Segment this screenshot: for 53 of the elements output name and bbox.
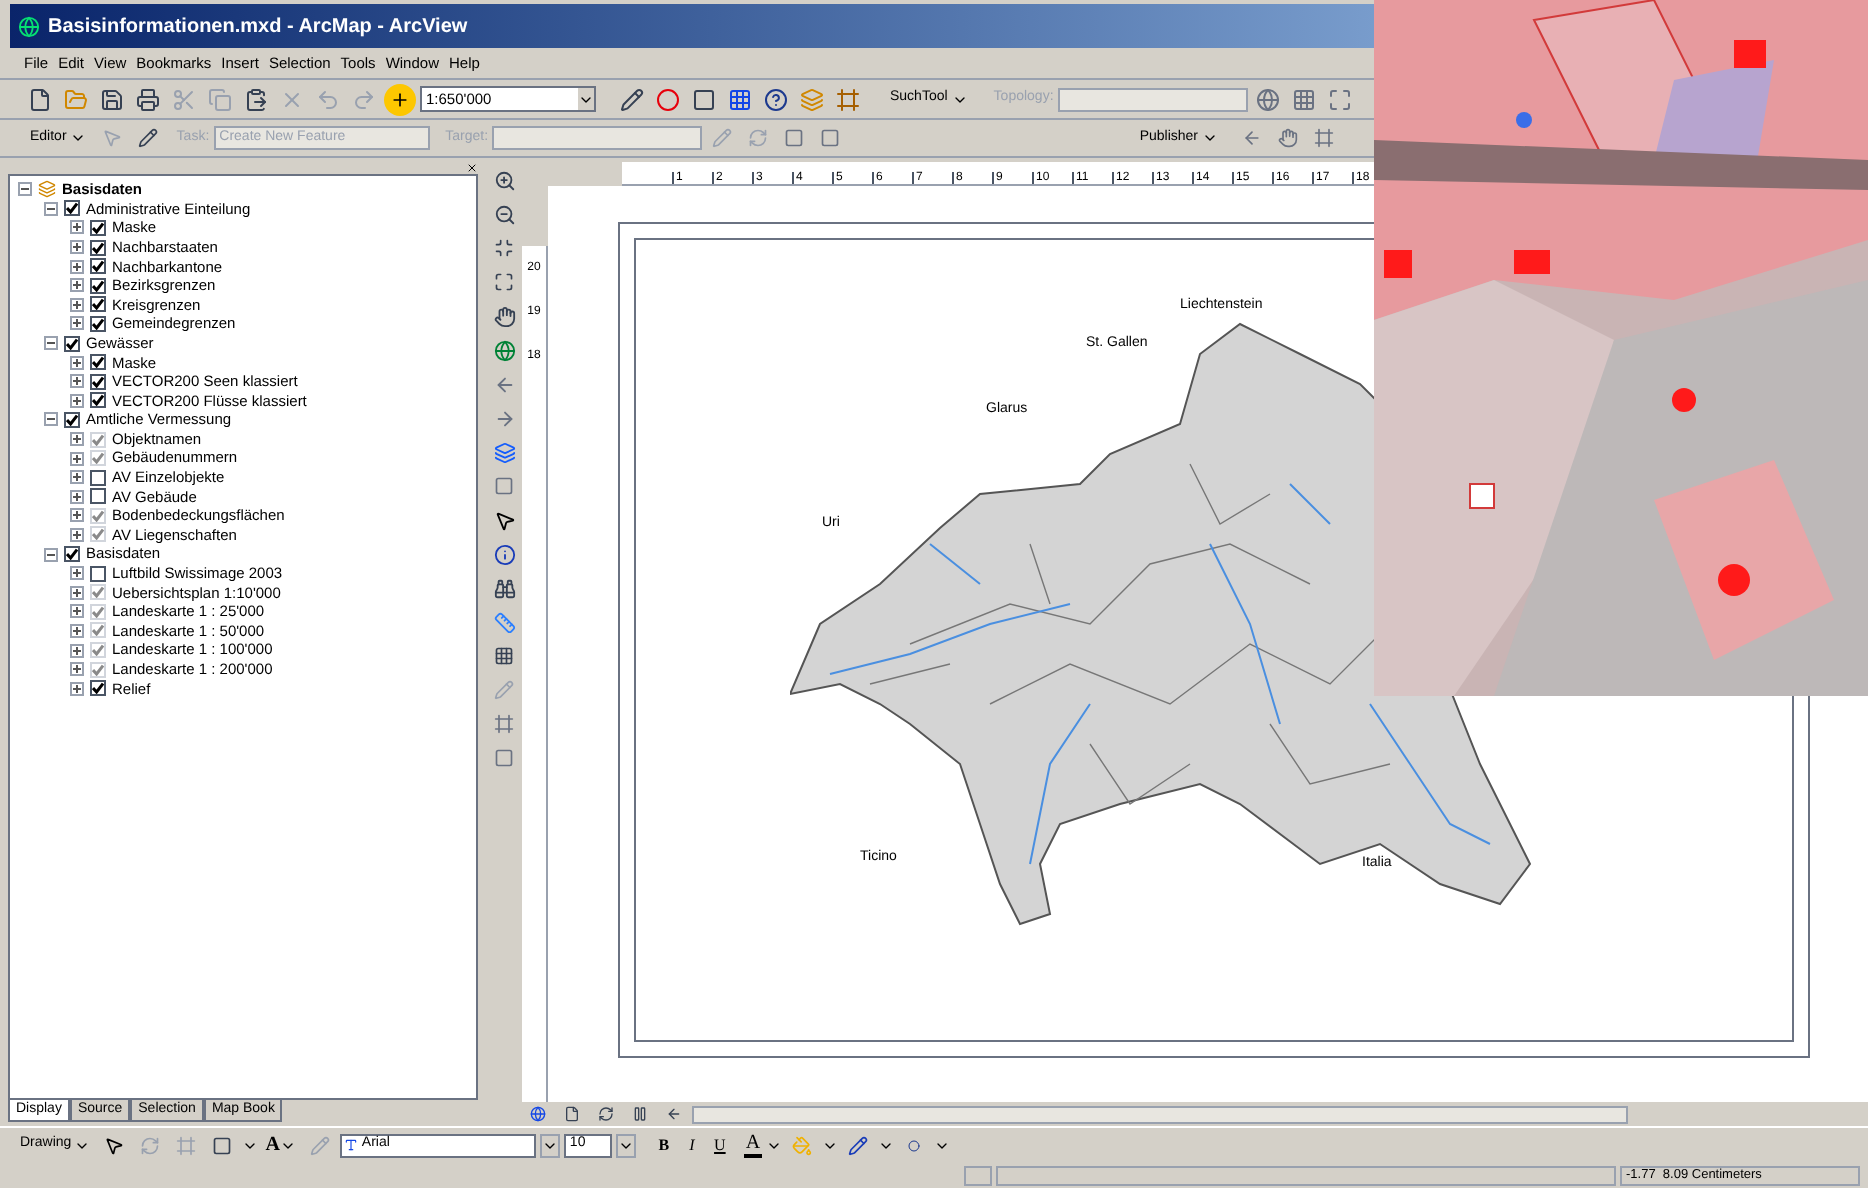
- layer-checkbox[interactable]: [90, 239, 106, 256]
- expand-icon[interactable]: [70, 297, 84, 312]
- close-icon[interactable]: [466, 162, 478, 174]
- layer-checkbox[interactable]: [64, 335, 80, 352]
- expand-icon[interactable]: [70, 278, 84, 293]
- printer-icon[interactable]: [132, 83, 164, 115]
- expand-icon[interactable]: [70, 470, 84, 485]
- layer-checkbox[interactable]: [64, 411, 80, 428]
- layer-checkbox[interactable]: [90, 392, 106, 409]
- window-title: Basisinformationen.mxd - ArcMap - ArcView: [48, 13, 468, 41]
- editor-toolbar-icon[interactable]: [616, 83, 648, 115]
- layer-checkbox[interactable]: [90, 565, 106, 582]
- underline-button[interactable]: U: [707, 1133, 732, 1157]
- globe-icon: [18, 15, 40, 37]
- text-tool-button[interactable]: A: [261, 1130, 300, 1160]
- layer-checkbox[interactable]: [90, 258, 106, 275]
- status-panel: [964, 1165, 992, 1185]
- add-data-icon[interactable]: [384, 83, 416, 115]
- layer-checkbox[interactable]: [90, 469, 106, 486]
- layer-checkbox[interactable]: [90, 296, 106, 313]
- expand-icon[interactable]: [70, 681, 84, 696]
- help-icon[interactable]: [760, 83, 792, 115]
- expand-icon[interactable]: [70, 240, 84, 255]
- layer-checkbox[interactable]: [64, 200, 80, 217]
- expand-icon[interactable]: [70, 393, 84, 408]
- layer-checkbox[interactable]: [90, 315, 106, 332]
- layer-checkbox[interactable]: [90, 373, 106, 390]
- expand-icon[interactable]: [70, 316, 84, 331]
- collapse-icon[interactable]: [44, 336, 58, 351]
- layer-checkbox[interactable]: [90, 277, 106, 294]
- layer-checkbox[interactable]: [90, 680, 106, 697]
- collapse-icon[interactable]: [44, 412, 58, 427]
- bold-button[interactable]: B: [651, 1133, 676, 1157]
- collapse-icon[interactable]: [44, 547, 58, 562]
- expand-icon[interactable]: [70, 489, 84, 504]
- collapse-icon[interactable]: [44, 201, 58, 216]
- expand-icon[interactable]: [70, 374, 84, 389]
- horizontal-scrollbar[interactable]: [692, 1105, 1628, 1123]
- layer-checkbox[interactable]: [90, 219, 106, 236]
- expand-icon[interactable]: [70, 566, 84, 581]
- font-icon: [343, 1138, 358, 1152]
- font-color-button[interactable]: A: [743, 1133, 763, 1157]
- caret-icon: [70, 130, 87, 146]
- layer-checkbox[interactable]: [90, 488, 106, 505]
- caret-icon: [1202, 130, 1218, 146]
- expand-icon[interactable]: [70, 355, 84, 370]
- layer-checkbox[interactable]: [64, 546, 80, 563]
- collapse-icon[interactable]: [18, 182, 32, 197]
- italic-button[interactable]: I: [679, 1133, 704, 1157]
- layers-icon: [38, 180, 56, 199]
- layer-checkbox[interactable]: [90, 354, 106, 371]
- expand-icon[interactable]: [70, 259, 84, 274]
- expand-icon[interactable]: [70, 220, 84, 235]
